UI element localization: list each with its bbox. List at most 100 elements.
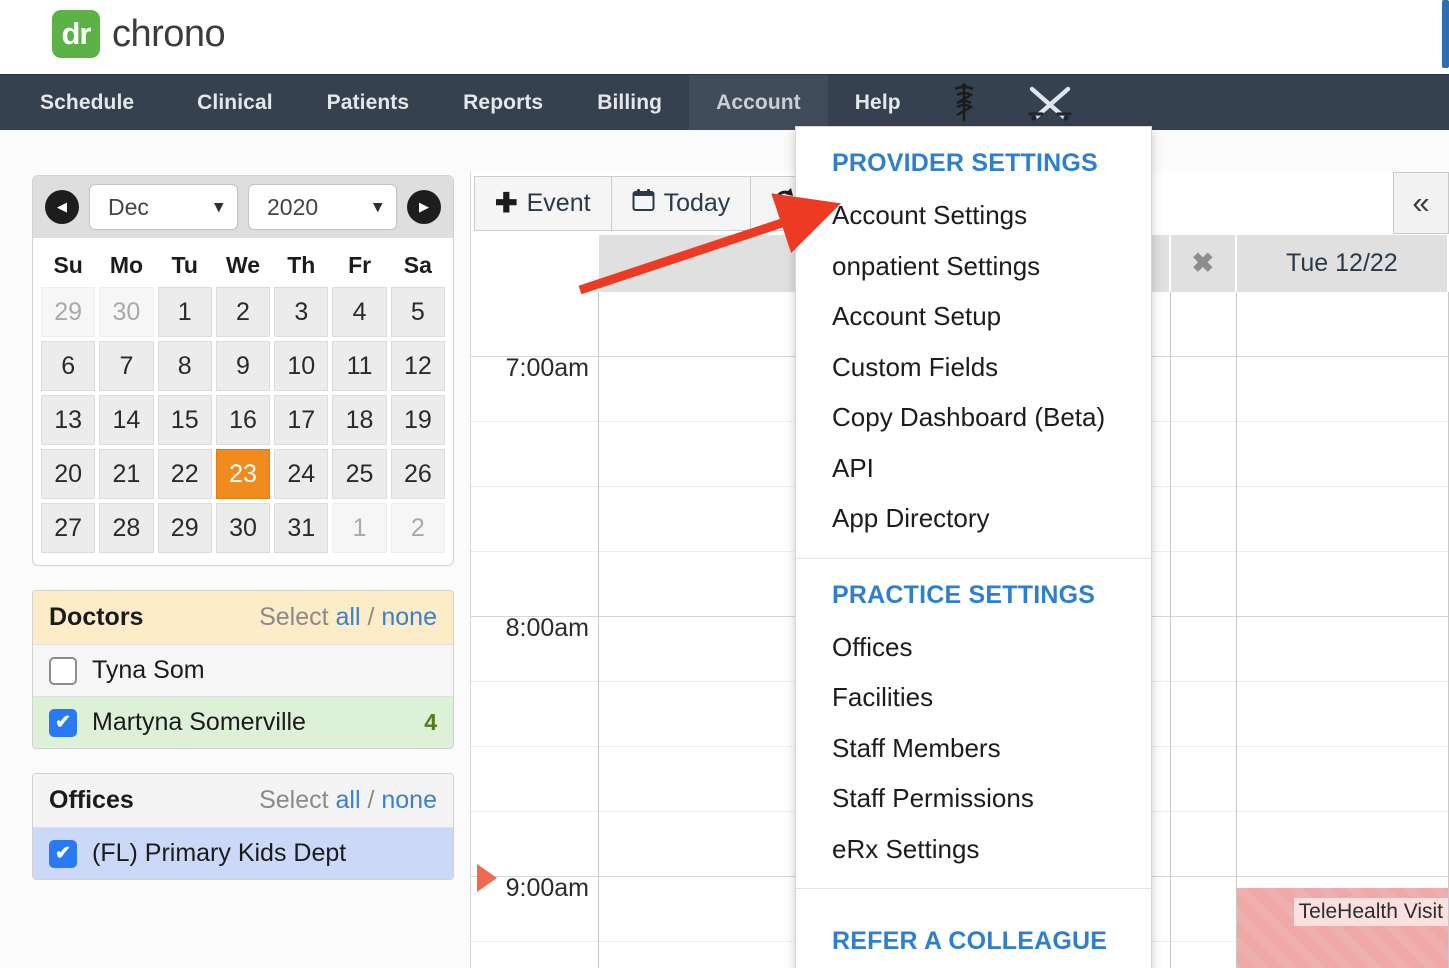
calendar-day[interactable]: 7 xyxy=(99,341,154,391)
calendar-day[interactable]: 9 xyxy=(215,341,271,391)
month-select[interactable]: Dec ▾ xyxy=(89,184,238,230)
year-select[interactable]: 2020 ▾ xyxy=(248,184,397,230)
nav-item-billing[interactable]: Billing xyxy=(570,75,689,130)
calendar-day[interactable]: 29 xyxy=(157,503,212,553)
menu-item-copy-dashboard[interactable]: Copy Dashboard (Beta) xyxy=(796,392,1151,443)
menu-item-erx-settings[interactable]: eRx Settings xyxy=(796,824,1151,875)
menu-item-api[interactable]: API xyxy=(796,443,1151,494)
calendar-day[interactable]: 5 xyxy=(390,287,445,337)
next-month-button[interactable]: ▶ xyxy=(407,190,441,224)
calendar-day[interactable]: 30 xyxy=(99,287,154,337)
calendar-day[interactable]: 12 xyxy=(390,341,445,391)
calendar-day[interactable]: 1 xyxy=(332,503,387,553)
appointment-telehealth[interactable]: TeleHealth Visit xyxy=(1236,888,1448,968)
doctors-select-all-link[interactable]: all xyxy=(336,603,361,631)
nav-item-help[interactable]: Help xyxy=(828,75,928,130)
menu-item-onpatient-settings[interactable]: onpatient Settings xyxy=(796,241,1151,292)
doctor-checkbox[interactable]: ✔ xyxy=(49,708,77,737)
offices-select-none-link[interactable]: none xyxy=(381,786,437,814)
calendar-day[interactable]: 16 xyxy=(215,395,271,445)
calendar-day[interactable]: 1 xyxy=(157,287,212,337)
menu-item-app-directory[interactable]: App Directory xyxy=(796,493,1151,544)
schedule-slot[interactable] xyxy=(1236,487,1448,552)
calendar-day[interactable]: 20 xyxy=(41,449,96,499)
doctor-row[interactable]: ✔ Martyna Somerville 4 xyxy=(33,696,453,748)
calendar-day[interactable]: 24 xyxy=(274,449,329,499)
add-event-button[interactable]: ✚ Event xyxy=(474,176,611,231)
calendar-day[interactable]: 6 xyxy=(41,341,96,391)
offices-select-all-link[interactable]: all xyxy=(336,786,361,814)
schedule-slot[interactable] xyxy=(1170,422,1236,487)
calendar-day[interactable]: 27 xyxy=(41,503,96,553)
schedule-slot[interactable] xyxy=(1236,682,1448,747)
nav-item-reports[interactable]: Reports xyxy=(436,75,570,130)
menu-item-account-settings[interactable]: Account Settings xyxy=(796,190,1151,241)
caduceus-icon[interactable] xyxy=(928,75,1000,130)
schedule-slot[interactable] xyxy=(1236,812,1448,877)
calendar-day[interactable]: 15 xyxy=(157,395,212,445)
calendar-day[interactable]: 10 xyxy=(274,341,329,391)
schedule-slot[interactable] xyxy=(1236,552,1448,617)
office-row[interactable]: ✔ (FL) Primary Kids Dept xyxy=(33,827,453,879)
calendar-day[interactable]: 17 xyxy=(274,395,329,445)
nav-item-account[interactable]: Account xyxy=(689,75,828,130)
office-checkbox[interactable]: ✔ xyxy=(49,839,77,868)
nav-item-schedule[interactable]: Schedule xyxy=(0,75,170,130)
prev-month-button[interactable]: ◀ xyxy=(45,190,79,224)
schedule-slot[interactable] xyxy=(1170,292,1236,357)
day-column-mon[interactable] xyxy=(1170,292,1237,968)
calendar-day[interactable]: 19 xyxy=(390,395,445,445)
calendar-day[interactable]: 18 xyxy=(332,395,387,445)
calendar-day[interactable]: 22 xyxy=(157,449,212,499)
menu-item-facilities[interactable]: Facilities xyxy=(796,672,1151,723)
menu-item-refer-a-colleague[interactable]: REFER A COLLEAGUE xyxy=(796,911,1151,964)
menu-item-staff-members[interactable]: Staff Members xyxy=(796,723,1151,774)
schedule-slot[interactable] xyxy=(1236,422,1448,487)
menu-item-offices[interactable]: Offices xyxy=(796,622,1151,673)
schedule-slot[interactable] xyxy=(1236,747,1448,812)
calendar-day[interactable]: 26 xyxy=(390,449,445,499)
day-column-tue[interactable]: TeleHealth Visit xyxy=(1236,292,1449,968)
calendar-day[interactable]: 25 xyxy=(332,449,387,499)
calendar-day[interactable]: 11 xyxy=(332,341,387,391)
schedule-slot[interactable] xyxy=(1170,682,1236,747)
calendar-day[interactable]: 13 xyxy=(41,395,96,445)
calendar-day[interactable]: 3 xyxy=(274,287,329,337)
schedule-slot[interactable] xyxy=(1170,877,1236,942)
schedule-slot[interactable] xyxy=(1171,942,1236,968)
calendar-day[interactable]: 30 xyxy=(215,503,271,553)
doctors-select-none-link[interactable]: none xyxy=(381,603,437,631)
collapse-sidebar-button[interactable]: « xyxy=(1393,172,1449,234)
schedule-slot[interactable] xyxy=(1170,617,1236,682)
calendar-day[interactable]: 31 xyxy=(274,503,329,553)
calendar-day[interactable]: 4 xyxy=(332,287,387,337)
schedule-slot[interactable] xyxy=(1236,617,1448,682)
doctor-checkbox[interactable] xyxy=(49,656,77,685)
calendar-day[interactable]: 8 xyxy=(157,341,212,391)
nav-item-patients[interactable]: Patients xyxy=(300,75,437,130)
calendar-day[interactable]: 29 xyxy=(41,287,96,337)
drchrono-logo[interactable]: dr chrono xyxy=(52,10,226,58)
crossed-swords-icon[interactable] xyxy=(1000,75,1100,130)
calendar-day[interactable]: 28 xyxy=(99,503,154,553)
menu-item-staff-permissions[interactable]: Staff Permissions xyxy=(796,773,1151,824)
nav-item-clinical[interactable]: Clinical xyxy=(170,75,300,130)
menu-item-account-setup[interactable]: Account Setup xyxy=(796,291,1151,342)
calendar-day[interactable]: 21 xyxy=(99,449,154,499)
close-column-icon[interactable]: ✖ xyxy=(1170,235,1237,292)
schedule-slot[interactable] xyxy=(1170,552,1236,617)
calendar-day-selected[interactable]: 23 xyxy=(215,449,271,499)
today-button[interactable]: Today xyxy=(610,176,751,231)
schedule-slot[interactable] xyxy=(1170,487,1236,552)
schedule-slot[interactable] xyxy=(1170,357,1236,422)
schedule-slot[interactable] xyxy=(1170,812,1236,877)
schedule-slot[interactable] xyxy=(1236,292,1448,357)
doctor-row[interactable]: Tyna Som xyxy=(33,644,453,696)
calendar-day[interactable]: 14 xyxy=(99,395,154,445)
column-header-tue[interactable]: Tue 12/22 xyxy=(1236,235,1449,292)
schedule-slot[interactable] xyxy=(1236,357,1448,422)
schedule-slot[interactable] xyxy=(1170,747,1236,812)
calendar-day[interactable]: 2 xyxy=(390,503,445,553)
menu-item-custom-fields[interactable]: Custom Fields xyxy=(796,342,1151,393)
calendar-day[interactable]: 2 xyxy=(215,287,271,337)
